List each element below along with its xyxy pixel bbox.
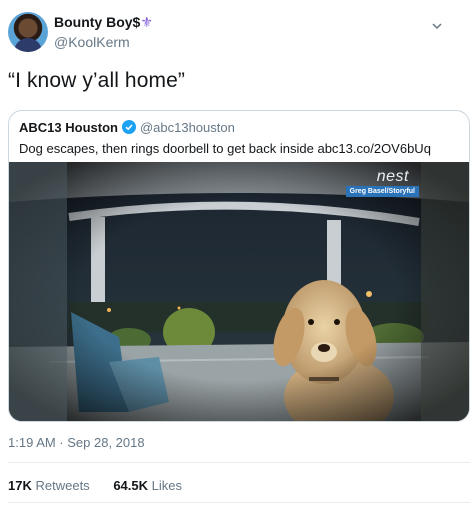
doorbell-camera-scene: [9, 162, 469, 421]
divider: [8, 502, 470, 503]
tweet-text: “I know y’all home”: [8, 69, 185, 92]
engagement-stats: 17K Retweets 64.5K Likes: [8, 478, 202, 493]
tweet-header: Bounty Boy$⚜ @KoolKerm: [8, 12, 448, 54]
verified-badge-icon: [121, 120, 136, 134]
retweets-stat[interactable]: 17K Retweets: [8, 478, 90, 493]
retweets-count: 17K: [8, 478, 32, 493]
doorbell-video-thumbnail[interactable]: nest Greg Basel/Storyful: [9, 162, 469, 421]
quoted-author-name[interactable]: ABC13 Houston: [19, 120, 118, 135]
chevron-down-icon[interactable]: [432, 18, 442, 30]
nest-watermark: nest: [376, 168, 409, 185]
media-credit-badge: Greg Basel/Storyful: [345, 186, 419, 197]
quoted-author-handle[interactable]: @abc13houston: [140, 120, 235, 135]
tweet-card: Bounty Boy$⚜ @KoolKerm “I know y’all hom…: [0, 0, 475, 505]
author-handle[interactable]: @KoolKerm: [54, 34, 130, 50]
quoted-tweet[interactable]: ABC13 Houston @abc13houston Dog escapes, …: [8, 110, 470, 422]
likes-label: Likes: [151, 478, 182, 493]
divider: [8, 462, 470, 463]
likes-count: 64.5K: [113, 478, 149, 493]
avatar-figure: [14, 38, 42, 52]
tweet-timestamp[interactable]: 1:19 AM · Sep 28, 2018: [8, 435, 145, 450]
author-display-name: Bounty Boy$: [54, 14, 141, 30]
likes-stat[interactable]: 64.5K Likes: [113, 478, 182, 493]
author-name-row[interactable]: Bounty Boy$⚜: [54, 14, 153, 31]
avatar[interactable]: [8, 12, 48, 52]
quoted-tweet-text: Dog escapes, then rings doorbell to get …: [19, 141, 431, 156]
retweets-label: Retweets: [35, 478, 90, 493]
fleur-de-lis-icon: ⚜: [140, 14, 153, 30]
quoted-tweet-header: ABC13 Houston @abc13houston: [19, 120, 235, 138]
